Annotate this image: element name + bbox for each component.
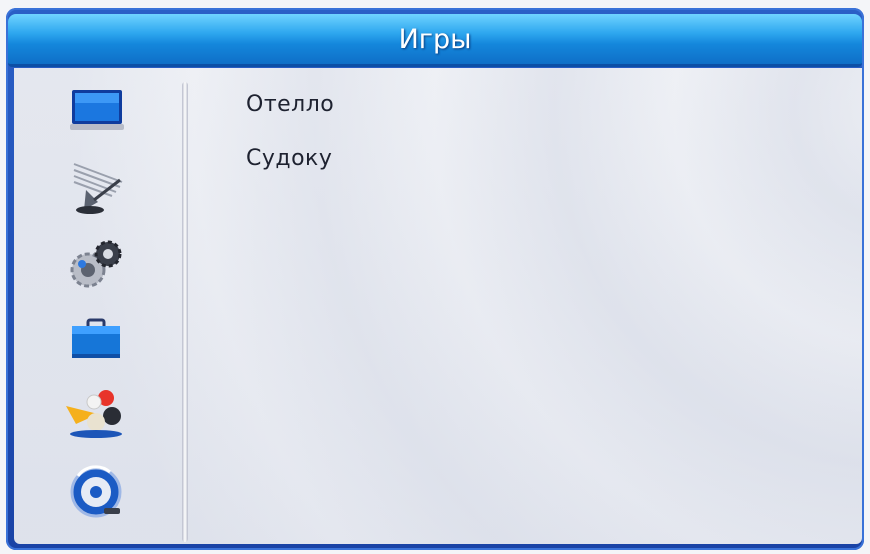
settings-gears-icon[interactable] <box>64 236 128 292</box>
game-item-othello[interactable]: Отелло <box>246 86 334 140</box>
satellite-dish-icon[interactable] <box>64 160 128 216</box>
title-bar: Игры <box>8 14 862 67</box>
tv-monitor-icon[interactable] <box>64 84 128 140</box>
content-panel: Отелло Судоку <box>14 68 862 544</box>
game-item-sudoku[interactable]: Судоку <box>246 140 334 194</box>
games-icon[interactable] <box>64 384 128 440</box>
screen: Игры Отелло Судоку <box>0 0 870 554</box>
sidebar <box>14 68 182 544</box>
sidebar-divider <box>182 82 188 542</box>
media-player-icon[interactable] <box>64 464 128 520</box>
games-list: Отелло Судоку <box>246 86 334 194</box>
page-title: Игры <box>398 23 472 55</box>
toolbox-icon[interactable] <box>64 312 128 368</box>
